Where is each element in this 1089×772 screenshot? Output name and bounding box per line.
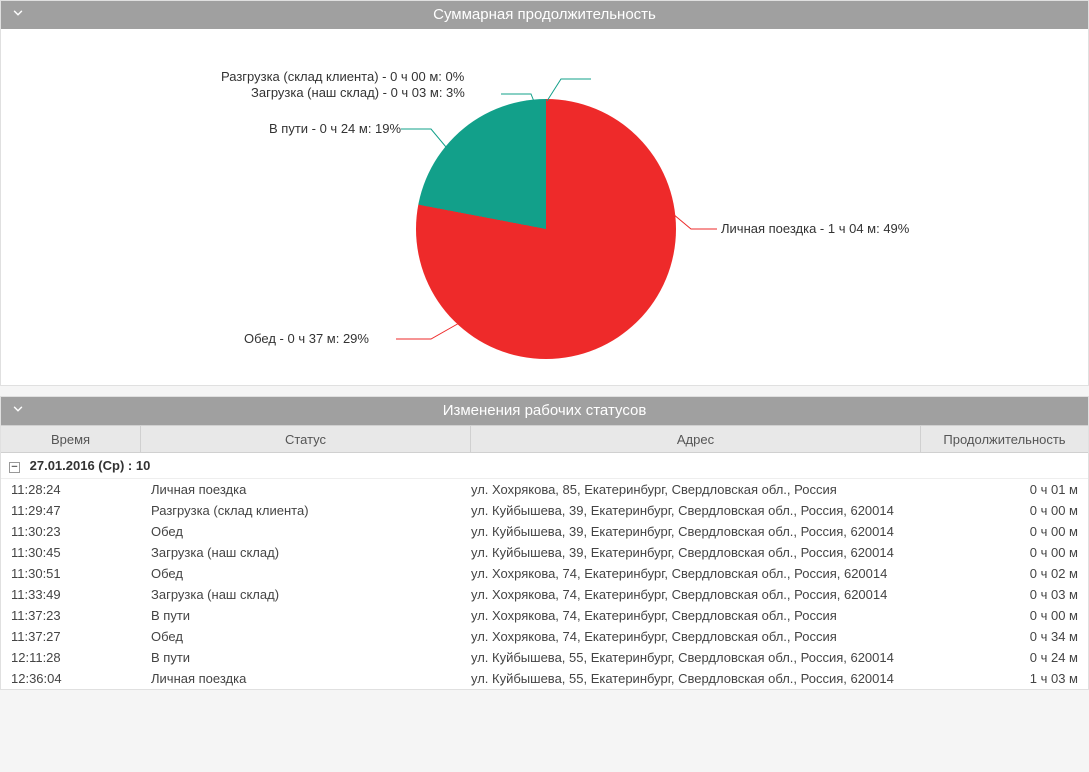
pie-label: Обед - 0 ч 37 м: 29% xyxy=(244,331,369,346)
cell-duration: 0 ч 00 м xyxy=(921,524,1088,539)
panel-title: Суммарная продолжительность xyxy=(433,6,656,23)
cell-duration: 1 ч 03 м xyxy=(921,671,1088,686)
cell-status: Загрузка (наш склад) xyxy=(141,587,471,602)
cell-duration: 0 ч 24 м xyxy=(921,650,1088,665)
cell-duration: 0 ч 00 м xyxy=(921,545,1088,560)
status-changes-panel: Изменения рабочих статусов Время Статус … xyxy=(0,396,1089,690)
cell-duration: 0 ч 01 м xyxy=(921,482,1088,497)
cell-status: Личная поездка xyxy=(141,671,471,686)
cell-time: 12:36:04 xyxy=(1,671,141,686)
panel-header: Суммарная продолжительность xyxy=(1,1,1088,29)
pie-label: Разгрузка (склад клиента) - 0 ч 00 м: 0% xyxy=(221,69,464,84)
col-header-duration[interactable]: Продолжительность xyxy=(921,426,1088,452)
cell-duration: 0 ч 02 м xyxy=(921,566,1088,581)
cell-address: ул. Куйбышева, 55, Екатеринбург, Свердло… xyxy=(471,650,921,665)
cell-address: ул. Хохрякова, 74, Екатеринбург, Свердло… xyxy=(471,629,921,644)
cell-address: ул. Куйбышева, 39, Екатеринбург, Свердло… xyxy=(471,503,921,518)
cell-time: 11:30:45 xyxy=(1,545,141,560)
cell-address: ул. Хохрякова, 85, Екатеринбург, Свердло… xyxy=(471,482,921,497)
cell-time: 11:30:23 xyxy=(1,524,141,539)
pie-label: Загрузка (наш склад) - 0 ч 03 м: 3% xyxy=(251,85,465,100)
cell-time: 11:37:27 xyxy=(1,629,141,644)
panel-header: Изменения рабочих статусов xyxy=(1,397,1088,425)
pie-label: Личная поездка - 1 ч 04 м: 49% xyxy=(721,221,909,236)
group-row[interactable]: − 27.01.2016 (Ср) : 10 xyxy=(1,453,1088,479)
cell-duration: 0 ч 00 м xyxy=(921,608,1088,623)
table-row[interactable]: 11:30:45Загрузка (наш склад)ул. Куйбышев… xyxy=(1,542,1088,563)
col-header-address[interactable]: Адрес xyxy=(471,426,921,452)
cell-address: ул. Куйбышева, 39, Екатеринбург, Свердло… xyxy=(471,524,921,539)
table-row[interactable]: 11:37:27Обедул. Хохрякова, 74, Екатеринб… xyxy=(1,626,1088,647)
cell-address: ул. Хохрякова, 74, Екатеринбург, Свердло… xyxy=(471,587,921,602)
table-row[interactable]: 11:33:49Загрузка (наш склад)ул. Хохряков… xyxy=(1,584,1088,605)
table-row[interactable]: 11:29:47Разгрузка (склад клиента)ул. Куй… xyxy=(1,500,1088,521)
summary-duration-panel: Суммарная продолжительность Личная поезд… xyxy=(0,0,1089,386)
cell-address: ул. Куйбышева, 55, Екатеринбург, Свердло… xyxy=(471,671,921,686)
table-row[interactable]: 12:11:28В путиул. Куйбышева, 55, Екатери… xyxy=(1,647,1088,668)
cell-address: ул. Куйбышева, 39, Екатеринбург, Свердло… xyxy=(471,545,921,560)
cell-time: 11:29:47 xyxy=(1,503,141,518)
cell-status: Личная поездка xyxy=(141,482,471,497)
cell-status: В пути xyxy=(141,650,471,665)
cell-time: 11:37:23 xyxy=(1,608,141,623)
pie-chart: Личная поездка - 1 ч 04 м: 49% Обед - 0 … xyxy=(1,29,1088,385)
pie-label: В пути - 0 ч 24 м: 19% xyxy=(269,121,401,136)
panel-title: Изменения рабочих статусов xyxy=(443,402,647,419)
table-row[interactable]: 11:30:51Обедул. Хохрякова, 74, Екатеринб… xyxy=(1,563,1088,584)
table-row[interactable]: 11:28:24Личная поездкаул. Хохрякова, 85,… xyxy=(1,479,1088,500)
table-row[interactable]: 11:30:23Обедул. Куйбышева, 39, Екатеринб… xyxy=(1,521,1088,542)
cell-address: ул. Хохрякова, 74, Екатеринбург, Свердло… xyxy=(471,608,921,623)
cell-time: 12:11:28 xyxy=(1,650,141,665)
cell-duration: 0 ч 00 м xyxy=(921,503,1088,518)
table-row[interactable]: 11:37:23В путиул. Хохрякова, 74, Екатери… xyxy=(1,605,1088,626)
table-row[interactable]: 12:36:04Личная поездкаул. Куйбышева, 55,… xyxy=(1,668,1088,689)
cell-status: Обед xyxy=(141,524,471,539)
cell-duration: 0 ч 03 м xyxy=(921,587,1088,602)
cell-time: 11:33:49 xyxy=(1,587,141,602)
cell-status: В пути xyxy=(141,608,471,623)
col-header-time[interactable]: Время xyxy=(1,426,141,452)
cell-status: Обед xyxy=(141,566,471,581)
cell-duration: 0 ч 34 м xyxy=(921,629,1088,644)
cell-status: Загрузка (наш склад) xyxy=(141,545,471,560)
cell-time: 11:30:51 xyxy=(1,566,141,581)
chevron-down-icon[interactable] xyxy=(11,402,25,420)
cell-status: Обед xyxy=(141,629,471,644)
collapse-icon[interactable]: − xyxy=(9,462,20,473)
table-body: 11:28:24Личная поездкаул. Хохрякова, 85,… xyxy=(1,479,1088,689)
chevron-down-icon[interactable] xyxy=(11,6,25,24)
pie-graphic xyxy=(416,99,676,359)
group-label: 27.01.2016 (Ср) : 10 xyxy=(30,458,151,473)
col-header-status[interactable]: Статус xyxy=(141,426,471,452)
table-header: Время Статус Адрес Продолжительность xyxy=(1,425,1088,453)
cell-time: 11:28:24 xyxy=(1,482,141,497)
cell-status: Разгрузка (склад клиента) xyxy=(141,503,471,518)
cell-address: ул. Хохрякова, 74, Екатеринбург, Свердло… xyxy=(471,566,921,581)
